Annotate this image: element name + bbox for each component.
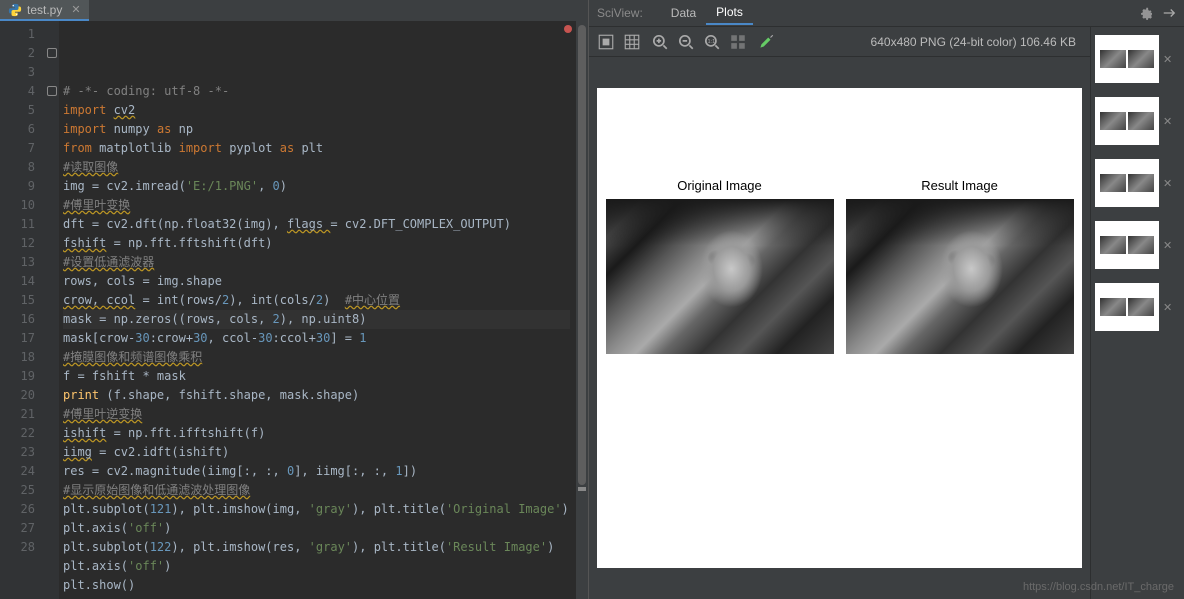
sciview-pane: SciView: Data Plots 1:1 640x480: [589, 0, 1184, 599]
sciview-label: SciView:: [597, 6, 643, 20]
editor-tab-bar: test.py ✕: [0, 0, 588, 21]
code-line[interactable]: f = fshift * mask: [63, 367, 570, 386]
thumbnail-row: ✕: [1095, 97, 1180, 145]
subplot-left: Original Image: [606, 178, 834, 354]
tab-plots[interactable]: Plots: [706, 1, 753, 25]
code-line[interactable]: plt.subplot(121), plt.imshow(img, 'gray'…: [63, 500, 570, 519]
code-line[interactable]: res = cv2.magnitude(iimg[:, :, 0], iimg[…: [63, 462, 570, 481]
code-line[interactable]: #设置低通滤波器: [63, 253, 570, 272]
thumbnail-close-icon[interactable]: ✕: [1163, 301, 1172, 314]
sciview-tabs: SciView: Data Plots: [589, 0, 1184, 27]
gear-icon[interactable]: [1138, 6, 1152, 20]
code-line[interactable]: img = cv2.imread('E:/1.PNG', 0): [63, 177, 570, 196]
code-area[interactable]: # -*- coding: utf-8 -*-import cv2import …: [59, 21, 576, 599]
watermark: https://blog.csdn.net/IT_charge: [1023, 581, 1174, 593]
code-line[interactable]: plt.axis('off'): [63, 557, 570, 576]
code-line[interactable]: mask[crow-30:crow+30, ccol-30:ccol+30] =…: [63, 329, 570, 348]
editor-tab[interactable]: test.py ✕: [0, 0, 89, 21]
code-line[interactable]: #读取图像: [63, 158, 570, 177]
thumbnail-close-icon[interactable]: ✕: [1163, 53, 1172, 66]
code-line[interactable]: plt.show(): [63, 576, 570, 595]
code-line[interactable]: import cv2: [63, 101, 570, 120]
zoom-in-icon[interactable]: [651, 33, 669, 51]
scrollbar-thumb[interactable]: [578, 25, 586, 485]
fold-gutter: [45, 21, 59, 599]
plot-thumbnail[interactable]: [1095, 35, 1159, 83]
code-line[interactable]: iimg = cv2.idft(ishift): [63, 443, 570, 462]
code-line[interactable]: mask = np.zeros((rows, cols, 2), np.uint…: [63, 310, 570, 329]
plot-toolbar: 1:1 640x480 PNG (24-bit color) 106.46 KB: [589, 27, 1090, 57]
editor-scrollbar[interactable]: [576, 21, 588, 599]
subplot-title: Result Image: [921, 178, 998, 193]
python-file-icon: [8, 3, 22, 17]
code-line[interactable]: plt.axis('off'): [63, 519, 570, 538]
subplot-title: Original Image: [677, 178, 762, 193]
editor-tab-label: test.py: [27, 3, 62, 17]
actual-size-icon[interactable]: [623, 33, 641, 51]
thumbnail-close-icon[interactable]: ✕: [1163, 239, 1172, 252]
thumbnail-close-icon[interactable]: ✕: [1163, 177, 1172, 190]
code-line[interactable]: print (f.shape, fshift.shape, mask.shape…: [63, 386, 570, 405]
code-line[interactable]: plt.subplot(122), plt.imshow(res, 'gray'…: [63, 538, 570, 557]
subplot-right: Result Image: [846, 178, 1074, 354]
code-line[interactable]: dft = cv2.dft(np.float32(img), flags = c…: [63, 215, 570, 234]
plot-info: 640x480 PNG (24-bit color) 106.46 KB: [871, 35, 1082, 49]
thumbnail-row: ✕: [1095, 35, 1180, 83]
thumbnail-row: ✕: [1095, 159, 1180, 207]
thumbnail-strip: ✕ ✕ ✕ ✕ ✕: [1090, 27, 1184, 599]
code-line[interactable]: rows, cols = img.shape: [63, 272, 570, 291]
grid-toggle-icon[interactable]: [729, 33, 747, 51]
close-icon[interactable]: ✕: [71, 3, 80, 16]
thumbnail-row: ✕: [1095, 221, 1180, 269]
subplot-image: [846, 199, 1074, 354]
plot-main: 1:1 640x480 PNG (24-bit color) 106.46 KB…: [589, 27, 1090, 599]
code-line[interactable]: crow, ccol = int(rows/2), int(cols/2) #中…: [63, 291, 570, 310]
line-gutter: 1234567891011121314151617181920212223242…: [0, 21, 45, 599]
plot-thumbnail[interactable]: [1095, 221, 1159, 269]
plot-thumbnail[interactable]: [1095, 159, 1159, 207]
code-line[interactable]: from matplotlib import pyplot as plt: [63, 139, 570, 158]
tab-data[interactable]: Data: [661, 2, 706, 24]
code-line[interactable]: fshift = np.fft.fftshift(dft): [63, 234, 570, 253]
error-indicator-icon[interactable]: [564, 25, 572, 33]
code-line[interactable]: #掩膜图像和频谱图像乘积: [63, 348, 570, 367]
code-line[interactable]: #傅里叶变换: [63, 196, 570, 215]
plot-thumbnail[interactable]: [1095, 283, 1159, 331]
plot-figure: Original Image Result Image: [597, 88, 1082, 568]
code-line[interactable]: import numpy as np: [63, 120, 570, 139]
plot-thumbnail[interactable]: [1095, 97, 1159, 145]
zoom-reset-icon[interactable]: 1:1: [703, 33, 721, 51]
editor-body: 1234567891011121314151617181920212223242…: [0, 21, 588, 599]
plot-area[interactable]: Original Image Result Image: [589, 57, 1090, 599]
editor-pane: test.py ✕ 123456789101112131415161718192…: [0, 0, 589, 599]
code-line[interactable]: ishift = np.fft.ifftshift(f): [63, 424, 570, 443]
fold-marker-icon[interactable]: [47, 86, 57, 96]
scrollbar-cursor-mark: [578, 487, 586, 491]
code-line[interactable]: #显示原始图像和低通滤波处理图像: [63, 481, 570, 500]
fold-marker-icon[interactable]: [47, 48, 57, 58]
thumbnail-close-icon[interactable]: ✕: [1163, 115, 1172, 128]
code-line[interactable]: # -*- coding: utf-8 -*-: [63, 82, 570, 101]
thumbnail-row: ✕: [1095, 283, 1180, 331]
code-line[interactable]: #傅里叶逆变换: [63, 405, 570, 424]
color-picker-icon[interactable]: [757, 33, 775, 51]
zoom-out-icon[interactable]: [677, 33, 695, 51]
subplot-image: [606, 199, 834, 354]
hide-icon[interactable]: [1162, 6, 1176, 20]
fit-icon[interactable]: [597, 33, 615, 51]
svg-text:1:1: 1:1: [708, 39, 716, 45]
